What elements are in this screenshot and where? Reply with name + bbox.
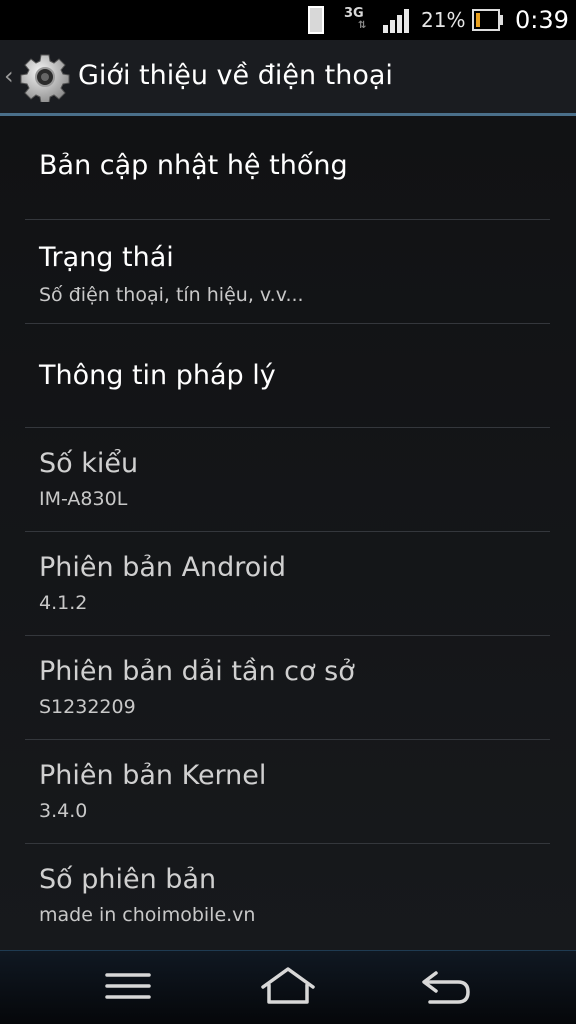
list-item-title: Số kiểu: [39, 448, 139, 479]
list-item-value: IM-A830L: [39, 488, 128, 510]
page-title: Giới thiệu về điện thoại: [78, 60, 393, 91]
list-item-android-version[interactable]: Phiên bản Android 4.1.2: [25, 532, 550, 636]
list-item-baseband-version: Phiên bản dải tần cơ sở S1232209: [25, 636, 550, 740]
list-item-model-number: Số kiểu IM-A830L: [25, 428, 550, 532]
network-type-label: 3G: [344, 6, 364, 21]
list-item-build-number[interactable]: Số phiên bản made in choimobile.vn: [25, 844, 550, 950]
battery-icon: [472, 0, 503, 40]
home-icon[interactable]: [258, 965, 318, 1009]
data-activity-icon: ⇅: [358, 20, 367, 31]
up-navigation-icon[interactable]: ‹: [4, 62, 14, 90]
list-item-title: Thông tin pháp lý: [39, 360, 276, 391]
status-bar: 3G ⇅ 21% 0:39: [0, 0, 576, 40]
list-item-value: S1232209: [39, 696, 136, 718]
battery-percent: 21%: [421, 8, 466, 32]
list-item-title: Phiên bản Kernel: [39, 760, 267, 791]
list-item-legal-info[interactable]: Thông tin pháp lý: [25, 324, 550, 428]
settings-gear-icon[interactable]: [20, 52, 70, 104]
list-item-status[interactable]: Trạng thái Số điện thoại, tín hiệu, v.v.…: [25, 220, 550, 324]
about-phone-list: Bản cập nhật hệ thống Trạng thái Số điện…: [0, 116, 576, 950]
network-type-indicator: 3G ⇅: [344, 0, 366, 40]
list-item-value: 3.4.0: [39, 800, 88, 822]
list-item-system-update[interactable]: Bản cập nhật hệ thống: [25, 116, 550, 220]
list-item-value: 4.1.2: [39, 592, 88, 614]
menu-icon[interactable]: [98, 965, 158, 1009]
clock: 0:39: [515, 6, 569, 34]
signal-strength-icon: [383, 0, 411, 40]
back-icon[interactable]: [416, 965, 476, 1009]
navigation-bar: [0, 950, 576, 1024]
action-bar: ‹ Giới thiệu về điện thoại: [0, 40, 576, 116]
list-item-title: Bản cập nhật hệ thống: [39, 150, 348, 181]
list-item-title: Phiên bản dải tần cơ sở: [39, 656, 355, 687]
list-item-title: Phiên bản Android: [39, 552, 286, 583]
sim-card-icon: [308, 0, 324, 40]
list-item-title: Số phiên bản: [39, 864, 217, 895]
list-item-value: made in choimobile.vn: [39, 904, 256, 926]
list-item-subtitle: Số điện thoại, tín hiệu, v.v...: [39, 284, 304, 306]
list-item-kernel-version: Phiên bản Kernel 3.4.0: [25, 740, 550, 844]
list-item-title: Trạng thái: [39, 242, 174, 273]
